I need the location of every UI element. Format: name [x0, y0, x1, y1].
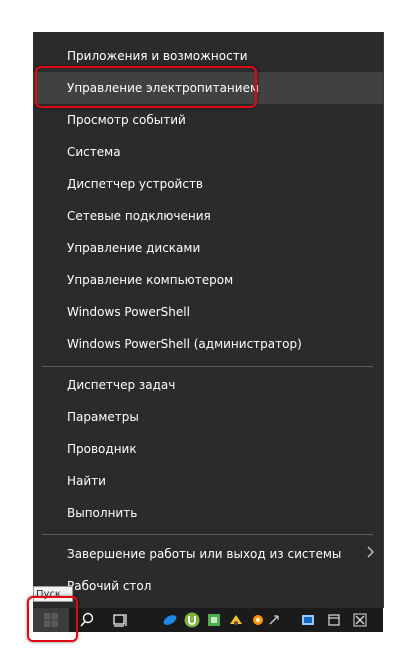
menu-item-label: Система [67, 145, 121, 159]
menu-item-label: Параметры [67, 410, 139, 424]
app-icon-grey2[interactable] [323, 608, 345, 632]
menu-item-file-explorer[interactable]: Проводник [33, 433, 383, 465]
task-view-icon[interactable] [109, 608, 133, 632]
menu-separator [42, 366, 373, 367]
menu-item-label: Диспетчер устройств [67, 177, 204, 191]
menu-item-label: Приложения и возможности [67, 49, 248, 63]
menu-item-label: Найти [67, 474, 106, 488]
app-icon-grey3[interactable] [349, 608, 371, 632]
menu-item-label: Windows PowerShell [67, 305, 190, 319]
app-icon-grey[interactable] [267, 608, 281, 632]
app-icon-yellow[interactable] [225, 608, 247, 632]
taskbar [33, 608, 383, 632]
menu-item-device-manager[interactable]: Диспетчер устройств [33, 168, 383, 200]
app-icon-orange[interactable] [247, 608, 269, 632]
menu-item-event-viewer[interactable]: Просмотр событий [33, 104, 383, 136]
menu-item-label: Управление компьютером [67, 273, 234, 287]
menu-item-network-connections[interactable]: Сетевые подключения [33, 200, 383, 232]
menu-item-label: Управление дисками [67, 241, 201, 255]
menu-item-search[interactable]: Найти [33, 465, 383, 497]
menu-item-label: Windows PowerShell (администратор) [67, 337, 302, 351]
menu-item-powershell-admin[interactable]: Windows PowerShell (администратор) [33, 328, 383, 360]
utorrent-icon[interactable] [181, 608, 203, 632]
app-icon-green[interactable] [203, 608, 225, 632]
menu-item-label: Диспетчер задач [67, 378, 176, 392]
menu-item-system[interactable]: Система [33, 136, 383, 168]
menu-separator [42, 534, 373, 535]
menu-item-powershell[interactable]: Windows PowerShell [33, 296, 383, 328]
menu-item-settings[interactable]: Параметры [33, 401, 383, 433]
menu-item-run[interactable]: Выполнить [33, 497, 383, 529]
app-icon-blue2[interactable] [297, 608, 319, 632]
screenshot-page: Приложения и возможности Управление элек… [0, 0, 416, 666]
menu-item-desktop[interactable]: Рабочий стол [33, 570, 383, 602]
menu-item-computer-management[interactable]: Управление компьютером [33, 264, 383, 296]
highlight-power-options [35, 66, 257, 108]
app-icon-blue[interactable] [159, 608, 181, 632]
menu-item-disk-management[interactable]: Управление дисками [33, 232, 383, 264]
highlight-start-button [27, 596, 78, 642]
menu-item-task-manager[interactable]: Диспетчер задач [33, 369, 383, 401]
menu-item-label: Завершение работы или выход из системы [67, 547, 342, 561]
chevron-right-icon [367, 538, 375, 570]
search-icon[interactable] [75, 608, 99, 632]
menu-item-label: Проводник [67, 442, 137, 456]
menu-item-label: Сетевые подключения [67, 209, 211, 223]
menu-item-label: Рабочий стол [67, 579, 152, 593]
menu-item-shutdown-signout[interactable]: Завершение работы или выход из системы [33, 538, 383, 570]
menu-item-label: Просмотр событий [67, 113, 186, 127]
winx-context-menu: Приложения и возможности Управление элек… [33, 32, 384, 608]
menu-item-label: Выполнить [67, 506, 138, 520]
